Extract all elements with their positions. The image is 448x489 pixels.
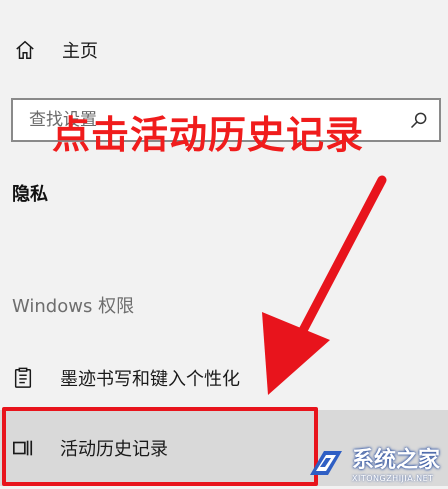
clipboard-icon [14,367,32,388]
search-icon[interactable] [399,100,439,140]
nav-home[interactable]: 主页 [14,34,98,66]
nav-item-inking-typing[interactable]: 墨迹书写和键入个性化 [0,346,448,410]
nav-item-label: 墨迹书写和键入个性化 [60,369,240,390]
category-heading: Windows 权限 [12,296,135,317]
search-box[interactable] [11,98,441,142]
nav-item-activity-history[interactable]: 活动历史记录 [0,410,448,486]
nav-home-label: 主页 [62,41,98,62]
page-title: 隐私 [12,184,48,205]
search-input[interactable] [13,100,399,140]
activity-history-icon [13,440,33,456]
nav-item-label: 活动历史记录 [60,439,168,460]
home-icon [16,40,34,59]
